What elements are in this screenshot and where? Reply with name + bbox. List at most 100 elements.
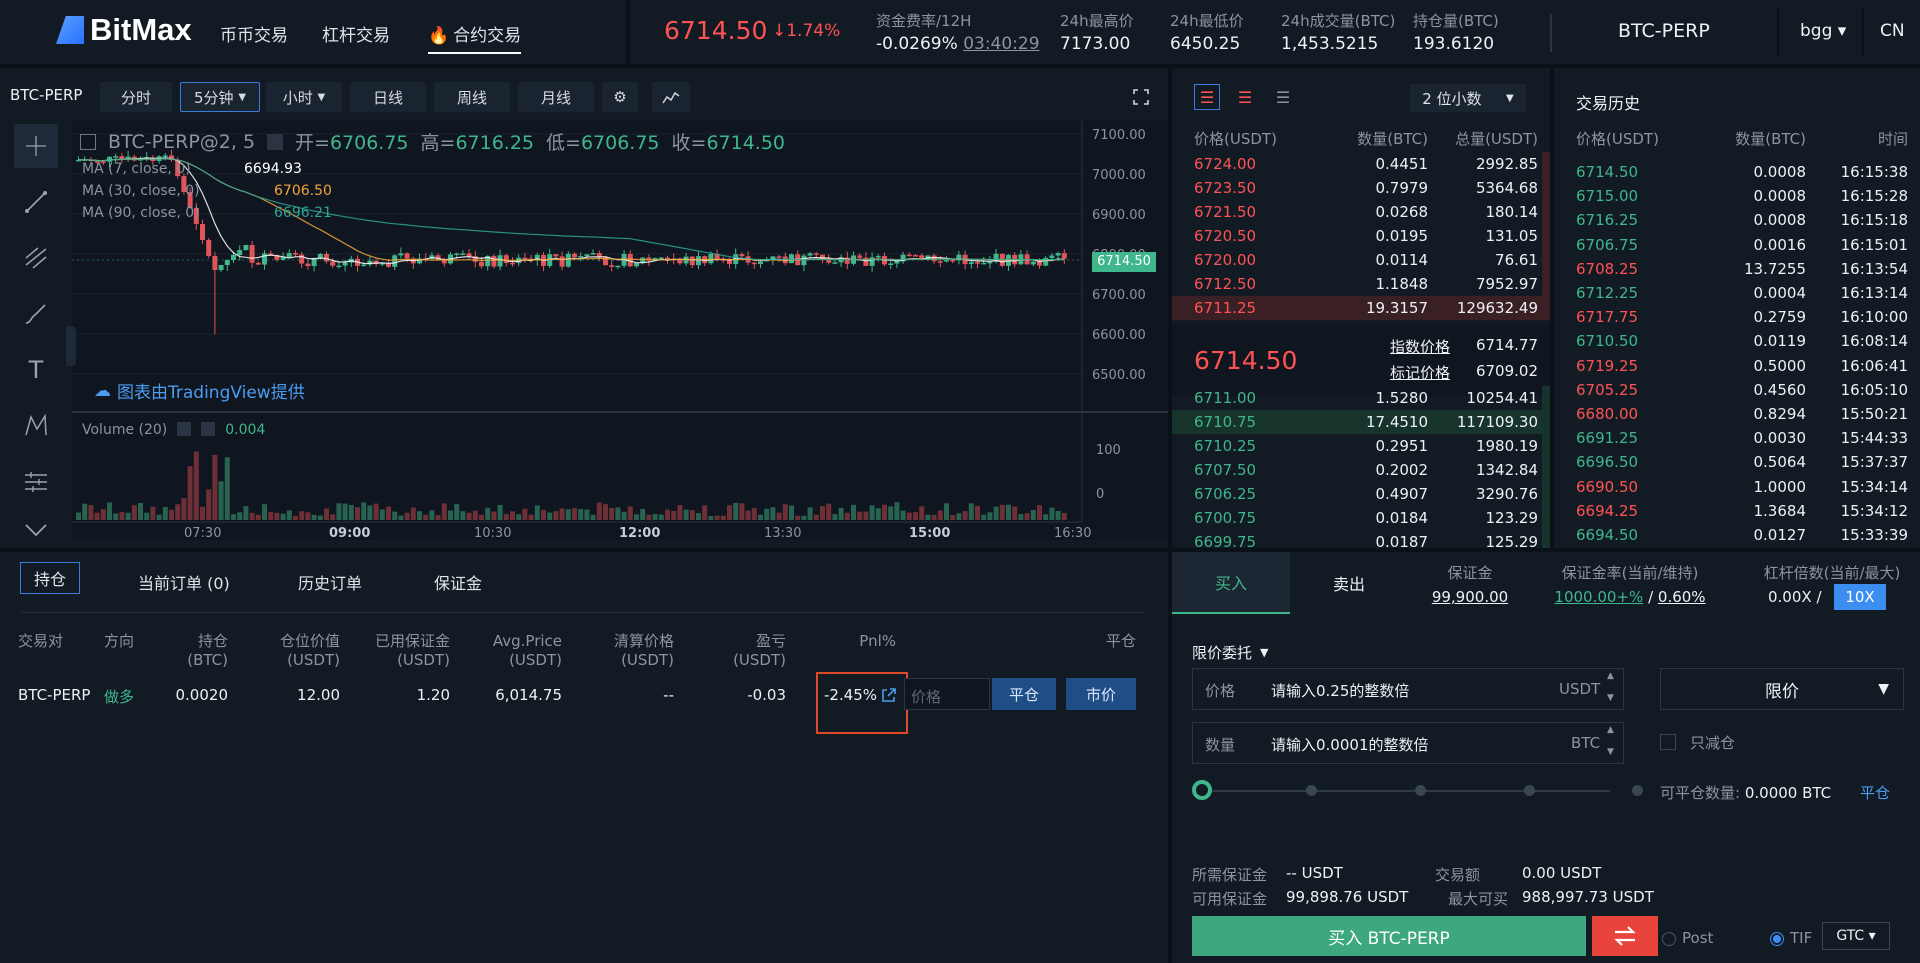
max-leverage-button[interactable]: 10X (1834, 584, 1886, 610)
view-both-button[interactable]: ☰ (1194, 84, 1220, 110)
close-icon[interactable] (201, 422, 216, 436)
slider-handle[interactable] (1192, 780, 1212, 800)
interval-week[interactable]: 周线 (434, 82, 510, 112)
bid-row[interactable]: 6710.75 17.4510 117109.30 (1172, 410, 1550, 434)
decimals-select[interactable]: 2 位小数 ▼ (1410, 84, 1526, 112)
bid-row[interactable]: 6710.25 0.2951 1980.19 (1172, 434, 1550, 458)
crosshair-tool[interactable] (14, 124, 58, 168)
interval-day[interactable]: 日线 (350, 82, 426, 112)
order-type-dropdown[interactable]: 限价委托 ▼ (1192, 642, 1268, 663)
volume-bar (851, 504, 856, 520)
price-chart[interactable]: 7100.007000.006900.006800.006700.006600.… (72, 120, 1168, 541)
brand-logo[interactable]: BitMax (56, 12, 192, 48)
candle-body (590, 253, 596, 255)
candle-body (398, 253, 404, 256)
step-up-icon[interactable]: ▲ (1607, 725, 1614, 735)
user-menu[interactable]: bgg ▾ (1800, 21, 1846, 41)
ask-row[interactable]: 6720.50 0.0195 131.05 (1172, 224, 1550, 248)
step-down-icon[interactable]: ▼ (1607, 747, 1614, 757)
reduce-only-checkbox[interactable] (1660, 734, 1676, 750)
collapse-icon[interactable] (80, 133, 96, 150)
tradingview-credit[interactable]: ☁ 图表由TradingView提供 (94, 378, 305, 404)
nav-margin[interactable]: 杠杆交易 (322, 21, 390, 46)
view-asks-button[interactable]: ☰ (1232, 84, 1258, 110)
volume-bar (218, 481, 224, 520)
close-all-link[interactable]: 平仓 (1860, 782, 1890, 803)
tab-margin[interactable]: 保证金 (434, 570, 482, 594)
fib-tool[interactable] (14, 236, 58, 280)
measure-tool[interactable] (14, 460, 58, 504)
swap-side-button[interactable] (1592, 916, 1658, 956)
bid-row[interactable]: 6699.75 0.0187 125.29 (1172, 530, 1550, 548)
trendline-tool[interactable] (14, 180, 58, 224)
ask-row[interactable]: 6720.00 0.0114 76.61 (1172, 248, 1550, 272)
tab-order-history[interactable]: 历史订单 (298, 570, 362, 594)
ask-row[interactable]: 6721.50 0.0268 180.14 (1172, 200, 1550, 224)
price-field[interactable]: 价格 请输入0.25的整数倍 USDT ▲ ▼ (1192, 668, 1624, 710)
ask-row[interactable]: 6712.50 1.1848 7952.97 (1172, 272, 1550, 296)
margin-label: 保证金 (1447, 564, 1493, 582)
close-price-input[interactable]: 价格 (904, 678, 990, 710)
collapse-toolbar-handle[interactable] (66, 326, 76, 366)
bid-row[interactable]: 6700.75 0.0184 123.29 (1172, 506, 1550, 530)
tab-open-orders[interactable]: 当前订单 (0) (138, 570, 230, 594)
close-position-button[interactable]: 平仓 (992, 678, 1056, 710)
ask-row[interactable]: 6711.25 19.3157 129632.49 (1172, 296, 1550, 320)
view-bids-button[interactable]: ☰ (1270, 84, 1296, 110)
margin-ratio-value: 1000.00+% / 0.60% (1530, 588, 1730, 606)
language-switch[interactable]: CN (1880, 21, 1905, 41)
indicators-button[interactable] (652, 82, 690, 112)
slider-tick-50[interactable] (1415, 785, 1426, 796)
tif-select[interactable]: GTC ▾ (1822, 922, 1890, 950)
trade-price: 6696.50 (1576, 453, 1639, 472)
amount-slider[interactable] (1202, 790, 1610, 792)
interval-line[interactable]: 分时 (100, 82, 172, 112)
nav-futures[interactable]: 🔥 合约交易 (428, 21, 522, 54)
expand-tools-button[interactable] (14, 516, 58, 544)
pattern-tool[interactable] (14, 404, 58, 448)
buy-submit-button[interactable]: 买入 BTC-PERP (1192, 916, 1586, 956)
tab-positions[interactable]: 持仓 (20, 562, 80, 594)
volume-bar (317, 515, 323, 520)
ask-row[interactable]: 6723.50 0.7979 5364.68 (1172, 176, 1550, 200)
fullscreen-button[interactable] (1124, 82, 1158, 112)
market-close-button[interactable]: 市价 (1066, 678, 1136, 710)
row-pnl-pct[interactable]: -2.45% (824, 686, 897, 704)
interval-hour[interactable]: 小时 ▼ (266, 82, 342, 112)
settings-icon[interactable] (177, 422, 192, 436)
candle-body (1061, 253, 1067, 259)
interval-5min[interactable]: 5分钟 ▼ (180, 82, 260, 112)
funding-rate: -0.0269% 03:40:29 (876, 34, 1040, 54)
candle-body (875, 255, 881, 258)
nav-spot[interactable]: 币币交易 (220, 21, 288, 46)
ask-row[interactable]: 6724.00 0.4451 2992.85 (1172, 152, 1550, 176)
ratio-current: 1000.00+% (1554, 588, 1644, 606)
volume-bar (193, 451, 199, 520)
slider-tick-100[interactable] (1632, 785, 1643, 796)
settings-button[interactable]: ⚙ (602, 82, 638, 112)
interval-month[interactable]: 月线 (518, 82, 594, 112)
text-tool[interactable]: T (14, 348, 58, 392)
candle-body (950, 260, 956, 262)
quantity-field[interactable]: 数量 请输入0.0001的整数倍 BTC ▲ ▼ (1192, 722, 1624, 764)
bid-price: 6710.75 (1194, 413, 1257, 431)
bid-row[interactable]: 6711.00 1.5280 10254.41 (1172, 386, 1550, 410)
share-icon[interactable] (881, 687, 897, 703)
ob-header-qty: 数量(BTC) (1357, 130, 1428, 148)
tif-radio[interactable] (1770, 932, 1784, 946)
slider-tick-25[interactable] (1306, 785, 1317, 796)
bid-row[interactable]: 6706.25 0.4907 3290.76 (1172, 482, 1550, 506)
asks-list: 6724.00 0.4451 2992.85 6723.50 0.7979 5364.68… (1172, 152, 1550, 320)
sell-tab[interactable]: 卖出 (1290, 552, 1408, 614)
order-type-select[interactable]: 限价 ▼ (1660, 668, 1904, 710)
step-up-icon[interactable]: ▲ (1607, 671, 1614, 681)
interval-5min-label: 5分钟 (193, 88, 234, 107)
settings-icon[interactable] (267, 133, 284, 150)
buy-tab[interactable]: 买入 (1172, 552, 1290, 614)
bid-row[interactable]: 6707.50 0.2002 1342.84 (1172, 458, 1550, 482)
post-only-radio[interactable] (1662, 932, 1676, 946)
slider-tick-75[interactable] (1524, 785, 1535, 796)
candle-body (460, 253, 466, 255)
brush-tool[interactable] (14, 292, 58, 336)
step-down-icon[interactable]: ▼ (1607, 693, 1614, 703)
